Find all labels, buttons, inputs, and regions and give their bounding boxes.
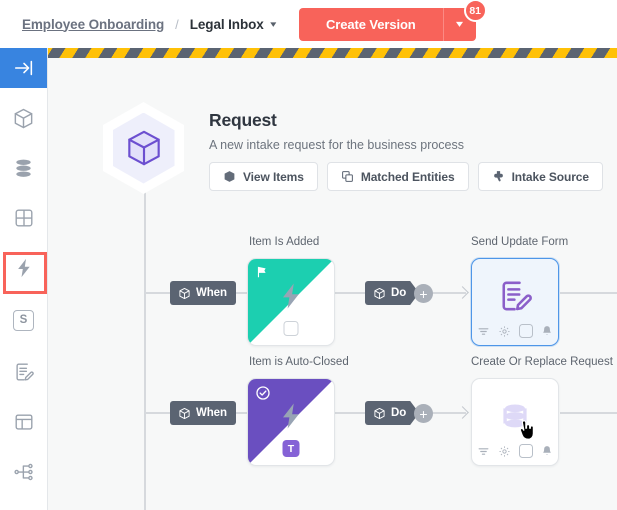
create-version-button[interactable]: Create Version <box>299 8 443 41</box>
copy-icon <box>341 170 354 183</box>
checkbox-icon[interactable] <box>519 324 533 338</box>
trigger-label-row2: Item is Auto-Closed <box>249 356 349 368</box>
intake-source-button[interactable]: Intake Source <box>478 162 603 191</box>
page-title: Request <box>209 110 277 131</box>
breadcrumb-current[interactable]: Legal Inbox <box>190 17 264 32</box>
document-edit-icon <box>497 278 533 314</box>
hazard-stripe-band <box>48 48 617 58</box>
add-action-button-row2[interactable]: + <box>414 404 433 423</box>
breadcrumb-separator: / <box>175 17 179 32</box>
action-card-footer-row2 <box>472 444 558 458</box>
action-button-row: View Items Matched Entities Intake Sourc… <box>209 162 603 191</box>
create-version-group: Create Version ▾ 81 <box>299 8 476 41</box>
when-label: When <box>196 407 227 419</box>
bell-icon[interactable] <box>541 325 553 337</box>
connector-arrow-action-row1 <box>456 286 469 299</box>
version-count-badge: 81 <box>464 0 487 22</box>
s-badge-icon: S <box>13 310 34 331</box>
entity-hexagon[interactable] <box>103 102 184 194</box>
add-action-button-row1[interactable]: + <box>414 284 433 303</box>
breadcrumb-root-link[interactable]: Employee Onboarding <box>22 17 164 32</box>
filter-icon[interactable] <box>477 445 490 458</box>
lightning-bolt-icon <box>276 401 306 431</box>
sitemap-icon <box>13 461 35 483</box>
chevron-down-icon[interactable]: ▾ <box>270 20 276 29</box>
cube-icon <box>124 128 164 168</box>
when-badge-row1[interactable]: When <box>170 281 236 305</box>
sidebar-item-automations[interactable] <box>0 248 47 288</box>
sidebar-item-scripts[interactable]: S <box>0 300 47 340</box>
action-card-create-or-replace-request[interactable] <box>471 378 559 466</box>
cube-icon <box>12 107 35 130</box>
grid-icon <box>13 207 35 229</box>
layout-panel-icon <box>13 411 35 433</box>
bell-icon[interactable] <box>541 445 553 457</box>
connector-trigger-to-do-row2 <box>335 412 365 414</box>
left-sidebar: S <box>0 48 48 510</box>
gear-icon[interactable] <box>498 325 511 338</box>
when-badge-row2[interactable]: When <box>170 401 236 425</box>
sidebar-item-layouts[interactable] <box>0 402 47 442</box>
cube-icon <box>178 407 191 420</box>
plug-icon <box>492 170 505 183</box>
trigger-template-badge[interactable]: T <box>283 440 300 457</box>
button-label: Intake Source <box>512 170 589 184</box>
button-label: Matched Entities <box>361 170 455 184</box>
when-label: When <box>196 287 227 299</box>
database-icon <box>12 157 35 180</box>
do-label: Do <box>391 287 406 299</box>
sidebar-item-tables[interactable] <box>0 198 47 238</box>
page-subtitle: A new intake request for the business pr… <box>209 138 464 152</box>
connector-branch-row1 <box>144 292 170 294</box>
chevron-down-icon: ▾ <box>456 20 463 30</box>
connector-branch-row2 <box>144 412 170 414</box>
checkbox-icon[interactable] <box>519 444 533 458</box>
matched-entities-button[interactable]: Matched Entities <box>327 162 469 191</box>
do-badge-row2[interactable]: Do <box>365 401 419 425</box>
do-badge-row1[interactable]: Do <box>365 281 419 305</box>
check-circle-icon <box>255 385 271 401</box>
do-label: Do <box>391 407 406 419</box>
cube-icon <box>373 407 386 420</box>
sidebar-item-forms[interactable] <box>0 352 47 392</box>
connector-arrow-action-row2 <box>456 406 469 419</box>
view-items-button[interactable]: View Items <box>209 162 318 191</box>
cube-icon <box>373 287 386 300</box>
cube-icon <box>178 287 191 300</box>
cube-icon <box>223 170 236 183</box>
action-label-row1: Send Update Form <box>471 236 568 248</box>
hand-cursor-icon <box>516 419 535 441</box>
app-header: Employee Onboarding / Legal Inbox ▾ Crea… <box>0 0 617 48</box>
action-card-footer-row1 <box>472 324 558 338</box>
action-label-row2: Create Or Replace Request <box>471 356 613 368</box>
trigger-card-item-is-auto-closed[interactable]: T <box>247 378 335 466</box>
sidebar-item-objects[interactable] <box>0 98 47 138</box>
arrow-right-to-line-icon <box>13 57 35 79</box>
connector-action-out-row1 <box>560 292 617 294</box>
sidebar-item-collapse-panel[interactable] <box>0 48 47 88</box>
flag-icon <box>255 265 269 279</box>
workflow-canvas[interactable]: Request A new intake request for the bus… <box>48 58 617 510</box>
button-label: View Items <box>243 170 304 184</box>
breadcrumb: Employee Onboarding / Legal Inbox ▾ <box>22 17 275 32</box>
connector-trigger-to-do-row1 <box>335 292 365 294</box>
action-card-send-update-form[interactable] <box>471 258 559 346</box>
connector-action-out-row2 <box>560 412 617 414</box>
trigger-checkbox[interactable] <box>284 321 299 336</box>
connector-trunk <box>144 150 146 510</box>
document-edit-icon <box>13 361 35 383</box>
gear-icon[interactable] <box>498 445 511 458</box>
filter-icon[interactable] <box>477 325 490 338</box>
lightning-bolt-icon <box>276 281 306 311</box>
sidebar-item-data-sources[interactable] <box>0 148 47 188</box>
sidebar-item-workflows[interactable] <box>0 452 47 492</box>
trigger-card-item-is-added[interactable] <box>247 258 335 346</box>
lightning-bolt-icon <box>13 257 35 279</box>
trigger-label-row1: Item Is Added <box>249 236 319 248</box>
